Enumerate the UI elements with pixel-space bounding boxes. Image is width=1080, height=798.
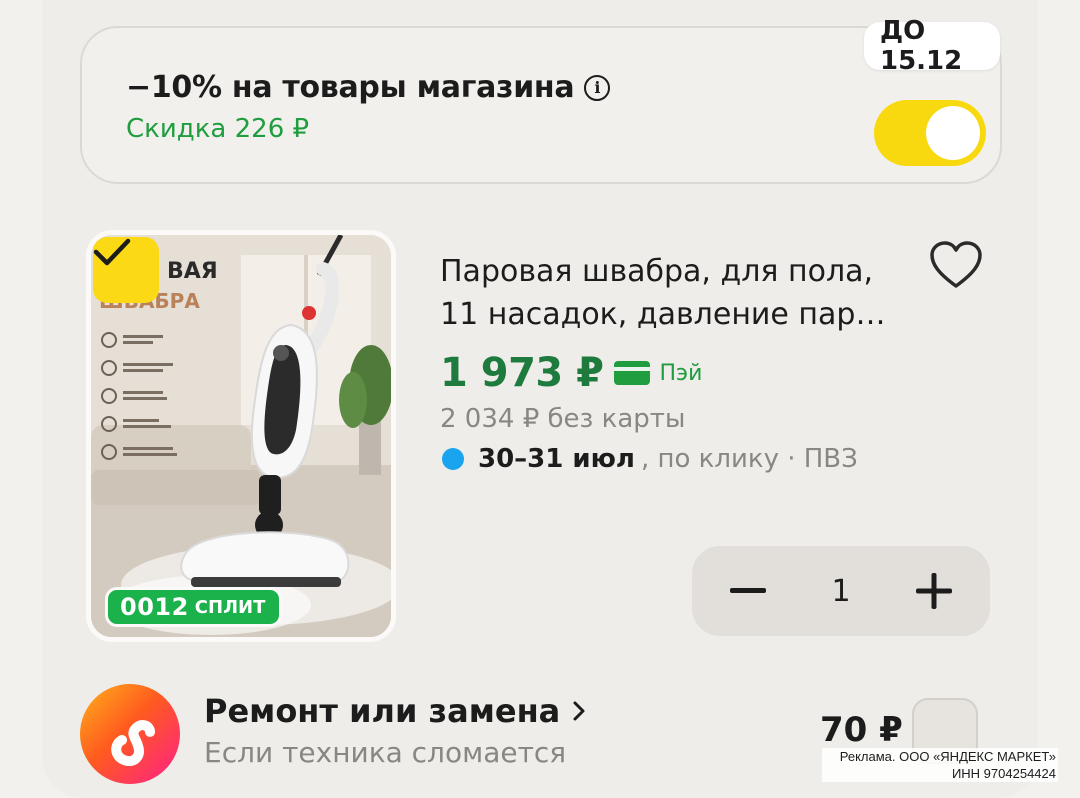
ad-disclaimer-line1: Реклама. ООО «ЯНДЕКС МАРКЕТ» <box>839 749 1056 764</box>
favorite-heart-icon[interactable] <box>928 240 984 290</box>
product-title[interactable]: Паровая швабра, для пола, 11 насадок, да… <box>440 250 910 336</box>
checkmark-icon <box>93 238 131 266</box>
discount-amount: Скидка 226 ₽ <box>126 114 310 144</box>
deadline-badge: ДО 15.12 <box>864 16 1000 76</box>
photo-brand-text: ВАЯ <box>167 259 218 284</box>
discount-title-text: −10% на товары магазина <box>126 70 575 105</box>
delivery-date: 30–31 июл <box>478 444 635 474</box>
minus-icon <box>730 588 766 593</box>
discount-toggle[interactable] <box>874 100 986 166</box>
decrease-button[interactable] <box>728 571 768 611</box>
price-row: 1 973 ₽ Пэй <box>440 350 702 396</box>
select-checkbox[interactable] <box>93 237 159 303</box>
repair-service-price: 70 ₽ <box>820 710 903 750</box>
product-image[interactable]: ВАЯ ШВАБРА 0012 СПЛИТ <box>86 230 396 642</box>
repair-service-subtitle: Если техника сломается <box>204 736 567 769</box>
price-without-card: 2 034 ₽ без карты <box>440 404 686 434</box>
delivery-dot-icon <box>442 448 464 470</box>
split-badge: 0012 СПЛИТ <box>105 587 283 627</box>
quantity-value: 1 <box>831 573 851 609</box>
store-discount-card[interactable]: −10% на товары магазина i Скидка 226 ₽ Д… <box>80 16 1002 184</box>
discount-title: −10% на товары магазина i <box>126 70 611 105</box>
repair-service-title-text: Ремонт или замена <box>204 692 561 730</box>
delivery-info: 30–31 июл , по клику · ПВЗ <box>442 444 858 474</box>
repair-service-logo-icon <box>78 682 182 786</box>
card-price: 1 973 ₽ <box>440 350 604 396</box>
toggle-knob <box>926 106 980 160</box>
quantity-stepper: 1 <box>692 546 990 636</box>
ad-disclaimer-line2: ИНН 9704254424 <box>951 766 1056 781</box>
product-title-line1: Паровая швабра, для пола, <box>440 254 874 289</box>
pay-label: Пэй <box>659 360 703 386</box>
delivery-method: , по клику · ПВЗ <box>640 444 858 474</box>
info-icon[interactable]: i <box>584 74 611 101</box>
product-title-line2: 11 насадок, давление пар… <box>440 297 886 332</box>
split-number: 0012 <box>120 593 189 621</box>
chevron-right-icon <box>573 701 585 721</box>
increase-button[interactable] <box>914 571 954 611</box>
split-label: СПЛИТ <box>194 596 266 618</box>
ad-disclaimer: Реклама. ООО «ЯНДЕКС МАРКЕТ» ИНН 9704254… <box>822 748 1058 782</box>
card-icon <box>613 361 650 385</box>
repair-service-title[interactable]: Ремонт или замена <box>204 692 586 730</box>
plus-icon <box>916 573 952 609</box>
